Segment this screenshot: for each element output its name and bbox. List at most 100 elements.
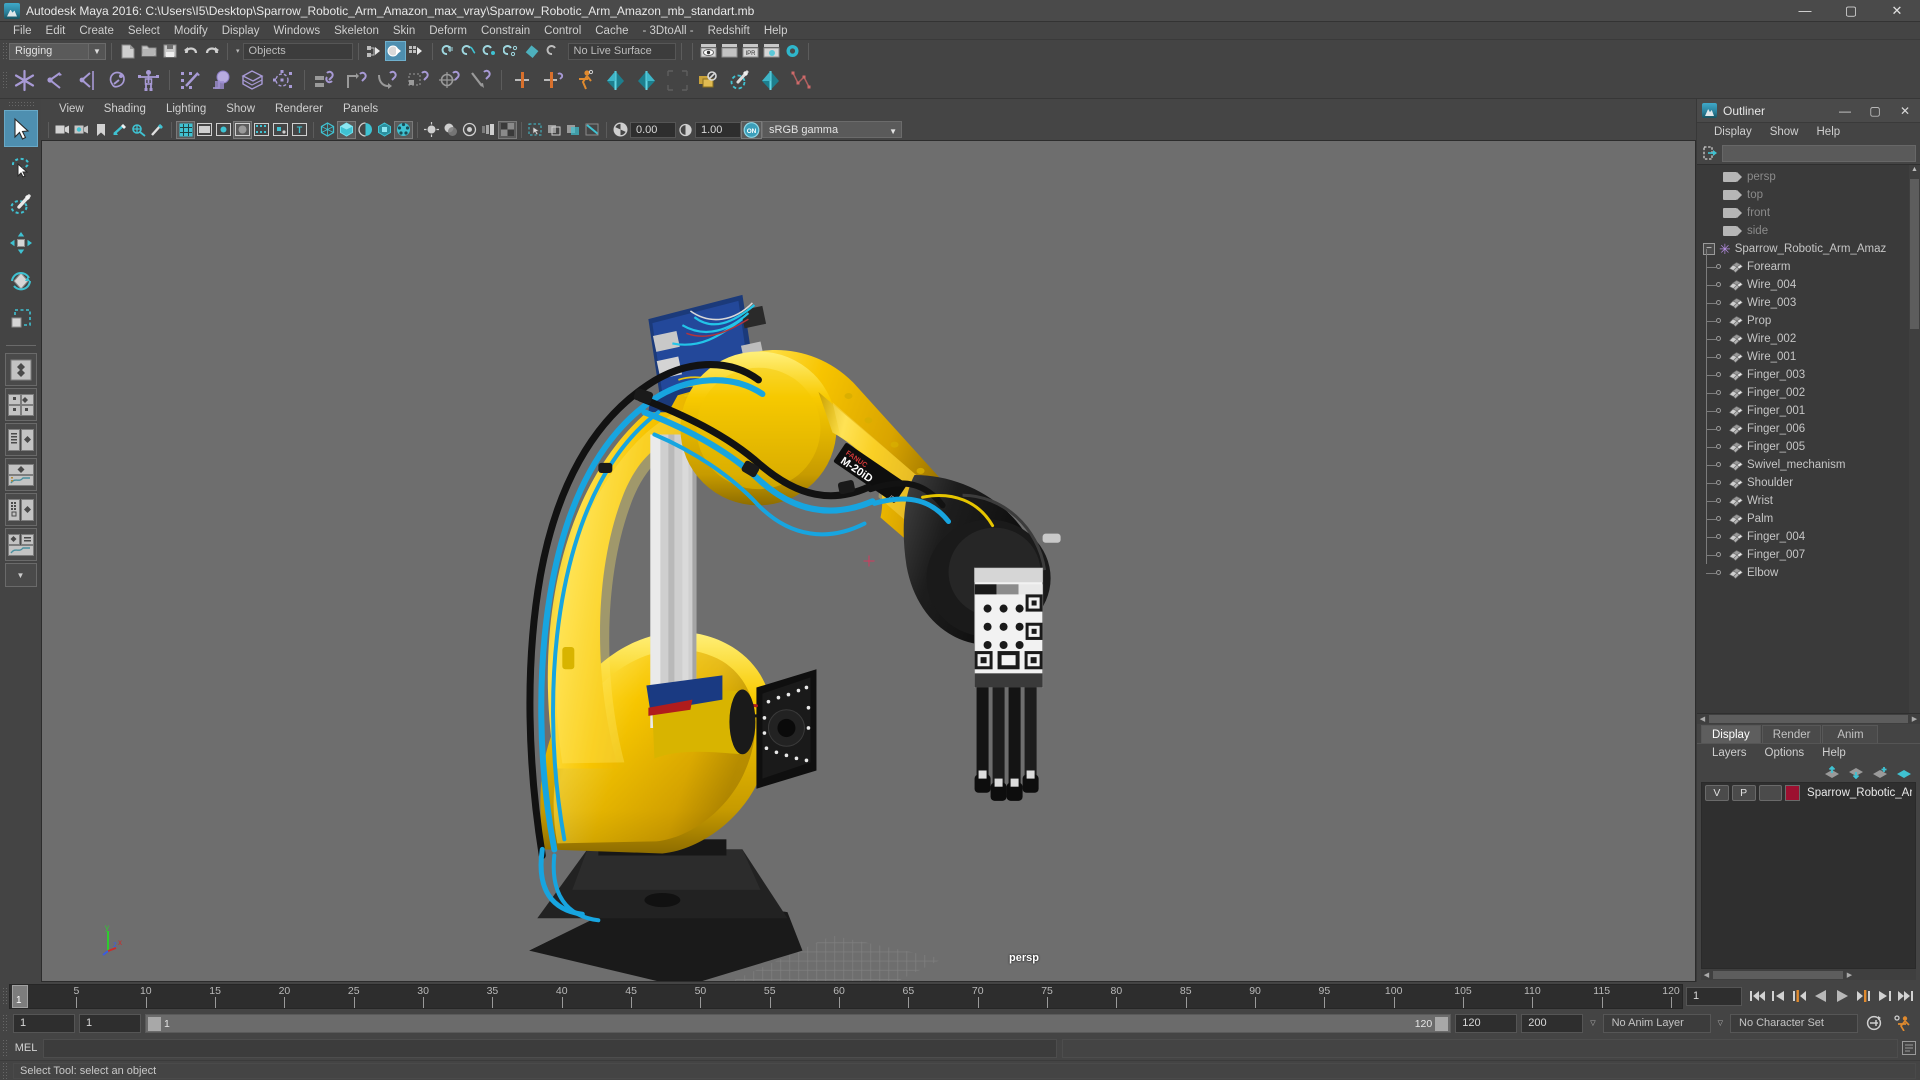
layer-horizontal-scrollbar[interactable]: ◀ ▶ [1701, 969, 1916, 980]
outliner-item-sparrow_robotic_arm_amaz[interactable]: − ✳ Sparrow_Robotic_Arm_Amaz [1703, 240, 1920, 258]
layer-visibility-toggle[interactable]: V [1705, 785, 1729, 801]
layer-hscroll-thumb[interactable] [1713, 970, 1843, 979]
make-live-icon[interactable] [543, 41, 564, 61]
outliner-item-palm[interactable]: Palm [1703, 501, 1920, 528]
multisample-icon[interactable] [498, 120, 517, 139]
scale-constraint-icon[interactable] [403, 65, 434, 96]
maximize-button[interactable]: ▢ [1828, 0, 1874, 22]
texture-borders-icon[interactable]: T [290, 121, 309, 139]
layer-row[interactable]: V P Sparrow_Robotic_Arm [1702, 783, 1915, 803]
screen-space-ao-icon[interactable] [460, 121, 479, 139]
smooth-shade-all-icon[interactable] [337, 120, 356, 139]
render-settings-icon[interactable] [761, 41, 782, 61]
outliner-vertical-scrollbar[interactable]: ▲ [1909, 165, 1920, 713]
range-start-handle[interactable] [148, 1016, 161, 1031]
hypershade-persp-layout[interactable] [4, 493, 37, 526]
pole-vector-constraint-icon[interactable] [465, 65, 496, 96]
menu-item-redshift[interactable]: Redshift [701, 22, 757, 40]
image-plane-icon[interactable] [110, 121, 129, 139]
interactive-bind-icon[interactable] [206, 65, 237, 96]
parent-constraint-icon[interactable] [310, 65, 341, 96]
outliner-minimize-button[interactable]: — [1830, 99, 1860, 123]
time-slider[interactable]: 1 5 10 15 20 25 30 35 40 45 50 55 60 65 70 75 80 85 90 95 1… [9, 983, 1683, 1009]
range-end-handle[interactable] [1435, 1016, 1449, 1031]
redo-icon[interactable] [201, 41, 222, 61]
outliner-item-finger_003[interactable]: Finger_003 [1703, 357, 1920, 384]
quick-rig-icon[interactable] [133, 65, 164, 96]
snap-view-plane-icon[interactable] [522, 41, 543, 61]
outliner-item-wire_001[interactable]: Wire_001 [1703, 339, 1920, 366]
shelf-grip[interactable] [2, 71, 9, 89]
color-management-toggle[interactable]: ON [741, 120, 762, 139]
use-default-lighting-icon[interactable] [422, 121, 441, 139]
outliner-close-button[interactable]: ✕ [1890, 99, 1920, 123]
outliner-menu-help[interactable]: Help [1808, 123, 1850, 142]
outliner-item-finger_006[interactable]: Finger_006 [1703, 411, 1920, 438]
menu-item-help[interactable]: Help [757, 22, 795, 40]
step-back-keyframe-icon[interactable] [1769, 987, 1788, 1006]
outliner-item-elbow[interactable]: Elbow [1703, 555, 1920, 582]
perspective-viewport[interactable]: FANUC M-20iD /25 persp y z x [41, 140, 1696, 982]
current-time-indicator[interactable]: 1 [12, 984, 28, 1008]
xray-joints-icon[interactable] [271, 121, 290, 139]
close-button[interactable]: ✕ [1874, 0, 1920, 22]
timeslider-grip[interactable] [2, 987, 9, 1005]
menu-item-create[interactable]: Create [72, 22, 121, 40]
four-view-layout[interactable] [4, 388, 37, 421]
smooth-shade-selected-icon[interactable] [356, 121, 375, 139]
outliner-scroll-thumb[interactable] [1910, 179, 1919, 329]
render-view-icon[interactable] [698, 41, 719, 61]
ik-spline-handle-icon[interactable] [71, 65, 102, 96]
layer-menu-layers[interactable]: Layers [1703, 744, 1756, 763]
menu-item-file[interactable]: File [6, 22, 39, 40]
minimize-button[interactable]: — [1782, 0, 1828, 22]
command-input[interactable] [43, 1038, 1057, 1058]
copy-skin-weights-icon[interactable] [693, 65, 724, 96]
select-component-icon[interactable] [406, 41, 427, 61]
orient-constraint-icon[interactable] [372, 65, 403, 96]
rangebar-grip[interactable] [2, 1014, 9, 1032]
outliner-item-forearm[interactable]: Forearm [1703, 249, 1920, 276]
go-to-end-icon[interactable] [1895, 987, 1914, 1006]
layer-list[interactable]: V P Sparrow_Robotic_Arm [1701, 782, 1916, 969]
single-perspective-layout[interactable] [4, 353, 37, 386]
pose-deformer-2-icon[interactable] [631, 65, 662, 96]
exposure-reset-icon[interactable] [583, 121, 602, 139]
humanik-icon[interactable] [569, 65, 600, 96]
gate-mask-icon[interactable] [233, 120, 252, 139]
outliner-item-finger_001[interactable]: Finger_001 [1703, 393, 1920, 420]
ik-handle-icon[interactable] [40, 65, 71, 96]
cluster-deformer-icon[interactable] [268, 65, 299, 96]
bind-skin-icon[interactable] [175, 65, 206, 96]
persp-graph-layout[interactable] [4, 458, 37, 491]
menu-set-selector[interactable]: Rigging [9, 42, 89, 60]
outliner-item-finger_002[interactable]: Finger_002 [1703, 375, 1920, 402]
character-set-dropdown-arrow[interactable]: ▽ [1718, 1019, 1723, 1027]
lattice-deformer-icon[interactable] [237, 65, 268, 96]
anim-layer-selector[interactable]: No Anim Layer [1602, 1013, 1711, 1033]
scroll-left-icon[interactable]: ◀ [1697, 715, 1708, 723]
script-editor-icon[interactable] [1898, 1039, 1920, 1058]
live-surface-field[interactable]: No Live Surface [567, 42, 676, 60]
paint-select-tool[interactable] [4, 186, 38, 223]
outliner-item-side[interactable]: side [1703, 222, 1920, 240]
motion-blur-icon[interactable] [479, 121, 498, 139]
character-set-selector[interactable]: No Character Set [1730, 1013, 1858, 1033]
two-d-pan-zoom-icon[interactable] [129, 121, 148, 139]
exposure-icon[interactable] [611, 121, 630, 139]
paint-skin-weights-icon[interactable] [724, 65, 755, 96]
layer-menu-help[interactable]: Help [1813, 744, 1855, 763]
blend-shape-icon[interactable] [755, 65, 786, 96]
animation-preferences-icon[interactable] [1890, 1013, 1914, 1033]
outliner-search-input[interactable] [1722, 144, 1916, 162]
select-object-icon[interactable] [384, 41, 406, 61]
hardware-texturing-icon[interactable] [394, 120, 413, 139]
gamma-icon[interactable] [676, 121, 695, 139]
menu-item-windows[interactable]: Windows [266, 22, 327, 40]
scroll-right-icon[interactable]: ▶ [1844, 971, 1855, 979]
persp-graph-outliner-layout[interactable] [4, 528, 37, 561]
helpline-grip[interactable] [2, 1061, 9, 1080]
outliner-item-wire_002[interactable]: Wire_002 [1703, 321, 1920, 348]
curve-editor-icon[interactable] [786, 65, 817, 96]
layer-menu-options[interactable]: Options [1756, 744, 1814, 763]
